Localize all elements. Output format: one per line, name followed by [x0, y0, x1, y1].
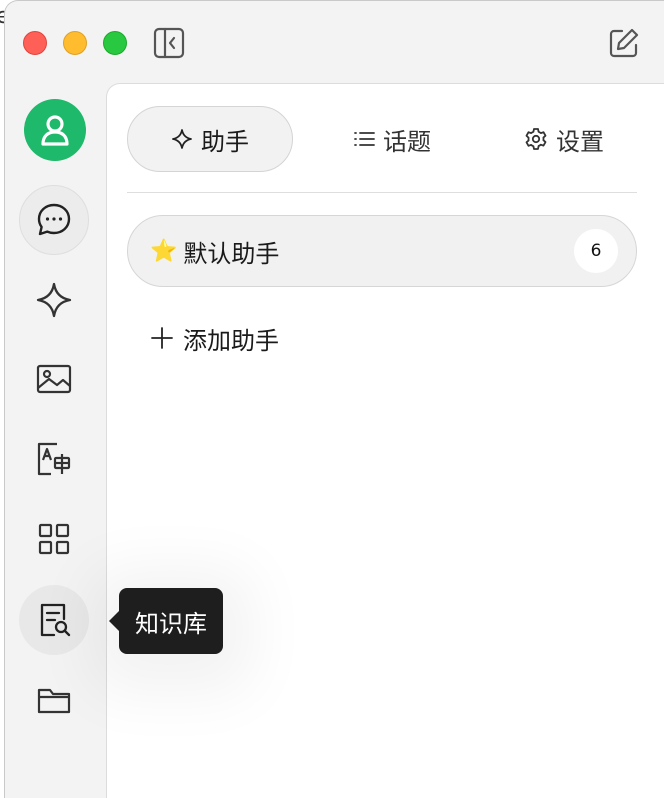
sparkle-icon [171, 128, 193, 150]
minimize-window-button[interactable] [63, 31, 87, 55]
tab-label: 设置 [556, 127, 604, 156]
list-icon [353, 129, 375, 149]
translate-icon [37, 442, 71, 476]
tab-settings[interactable]: 设置 [499, 106, 629, 172]
app-window: 知识库 助手 话题 设置 ⭐️ 默认助手 6 添加助手 [4, 0, 664, 798]
rail-item-knowledge[interactable] [19, 585, 89, 655]
sidebar-toggle-button[interactable] [151, 25, 187, 61]
new-note-icon [609, 28, 639, 58]
rail-item-files[interactable] [19, 665, 89, 735]
user-icon [41, 115, 69, 146]
user-avatar[interactable] [24, 99, 86, 161]
star-icon: ⭐️ [150, 238, 178, 264]
sparkle-icon [36, 282, 72, 318]
new-note-button[interactable] [606, 25, 642, 61]
tab-label: 话题 [383, 127, 431, 156]
tab-label: 助手 [201, 127, 249, 156]
image-icon [36, 364, 72, 394]
rail-item-chat[interactable] [19, 185, 89, 255]
zoom-window-button[interactable] [103, 31, 127, 55]
rail-item-translate[interactable] [19, 424, 89, 494]
assistant-list-item[interactable]: ⭐️ 默认助手 6 [127, 215, 637, 287]
tab-topics[interactable]: 话题 [327, 106, 457, 172]
knowledge-search-icon [40, 603, 71, 637]
assistant-panel: 助手 话题 设置 ⭐️ 默认助手 6 添加助手 [106, 83, 664, 798]
assistant-name: 默认助手 [183, 239, 280, 268]
tabs-divider [127, 192, 637, 193]
topic-count-badge: 6 [574, 229, 618, 273]
close-window-button[interactable] [23, 31, 47, 55]
folder-icon [37, 688, 71, 714]
rail-item-paintings[interactable] [19, 344, 89, 414]
rail-item-apps[interactable] [19, 504, 89, 574]
rail-item-agents[interactable] [19, 265, 89, 335]
tab-assistants[interactable]: 助手 [127, 106, 293, 172]
add-assistant-button[interactable]: 添加助手 [151, 320, 279, 356]
knowledge-tooltip: 知识库 [109, 588, 223, 654]
sidebar-toggle-icon [153, 27, 185, 59]
grid-icon [38, 523, 70, 555]
chat-bubble-icon [37, 203, 71, 236]
plus-icon [151, 327, 173, 349]
gear-icon [524, 127, 548, 151]
add-assistant-label: 添加助手 [183, 326, 279, 355]
